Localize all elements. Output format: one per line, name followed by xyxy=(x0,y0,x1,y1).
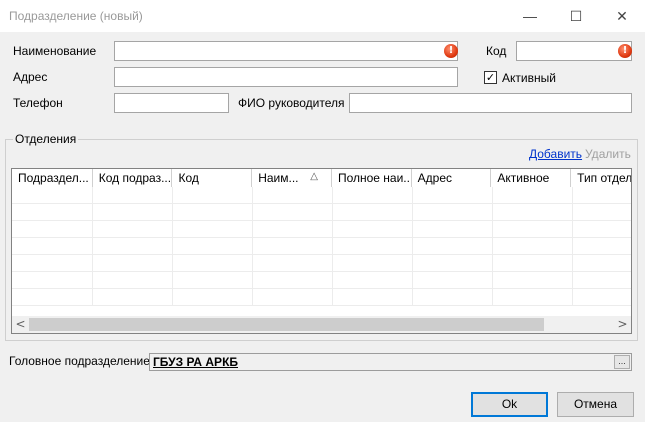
active-label: Активный xyxy=(502,71,556,85)
column-header[interactable]: Активное xyxy=(491,169,572,187)
add-link[interactable]: Добавить xyxy=(529,147,582,161)
column-header[interactable]: Подраздел... xyxy=(12,169,93,187)
head-input[interactable] xyxy=(349,93,632,113)
parent-value: ГБУЗ РА АРКБ xyxy=(153,355,239,369)
parent-label: Головное подразделение xyxy=(9,354,150,368)
scrollbar-thumb[interactable] xyxy=(29,318,544,331)
column-header[interactable]: Полное наи... xyxy=(331,169,412,187)
departments-group-title: Отделения xyxy=(13,132,79,146)
window-title: Подразделение (новый) xyxy=(9,9,143,23)
table-body xyxy=(12,187,631,316)
code-label: Код xyxy=(486,44,507,58)
parent-field[interactable]: ГБУЗ РА АРКБ ... xyxy=(149,353,632,371)
minimize-icon[interactable]: — xyxy=(507,0,553,32)
table-row xyxy=(12,187,631,204)
title-bar: Подразделение (новый) — ☐ ✕ xyxy=(0,0,645,32)
table-row xyxy=(12,289,631,306)
table-row xyxy=(12,221,631,238)
ok-button[interactable]: Ok xyxy=(471,392,548,417)
active-checkbox[interactable]: ✓ xyxy=(484,71,497,84)
table-header: Подраздел... Код подраз... Код Наим... △… xyxy=(12,169,631,187)
code-input[interactable] xyxy=(516,41,632,61)
browse-button[interactable]: ... xyxy=(614,355,630,369)
sort-ascending-icon: △ xyxy=(310,171,318,182)
table-row xyxy=(12,255,631,272)
column-header[interactable]: Код xyxy=(172,169,253,187)
table-row xyxy=(12,204,631,221)
delete-link[interactable]: Удалить xyxy=(585,147,631,161)
close-icon[interactable]: ✕ xyxy=(599,0,645,32)
column-header[interactable]: Тип отделе xyxy=(571,169,631,187)
code-error-icon: ! xyxy=(618,44,632,58)
column-header-sorted[interactable]: Наим... △ xyxy=(252,169,332,187)
table-row xyxy=(12,272,631,289)
address-input[interactable] xyxy=(114,67,458,87)
address-label: Адрес xyxy=(13,70,48,84)
scroll-right-icon[interactable]: > xyxy=(614,316,631,333)
cancel-button[interactable]: Отмена xyxy=(557,392,634,417)
column-header[interactable]: Адрес xyxy=(411,169,492,187)
table-row xyxy=(12,238,631,255)
column-header-label: Наим... xyxy=(258,171,299,185)
phone-label: Телефон xyxy=(13,96,63,110)
horizontal-scrollbar[interactable]: < > xyxy=(12,316,631,333)
column-header[interactable]: Код подраз... xyxy=(92,169,173,187)
scroll-left-icon[interactable]: < xyxy=(12,316,29,333)
name-label: Наименование xyxy=(13,44,97,58)
departments-table[interactable]: Подраздел... Код подраз... Код Наим... △… xyxy=(11,168,632,334)
phone-input[interactable] xyxy=(114,93,229,113)
name-error-icon: ! xyxy=(444,44,458,58)
name-input[interactable] xyxy=(114,41,458,61)
head-label: ФИО руководителя xyxy=(238,96,345,110)
maximize-icon[interactable]: ☐ xyxy=(553,0,599,32)
